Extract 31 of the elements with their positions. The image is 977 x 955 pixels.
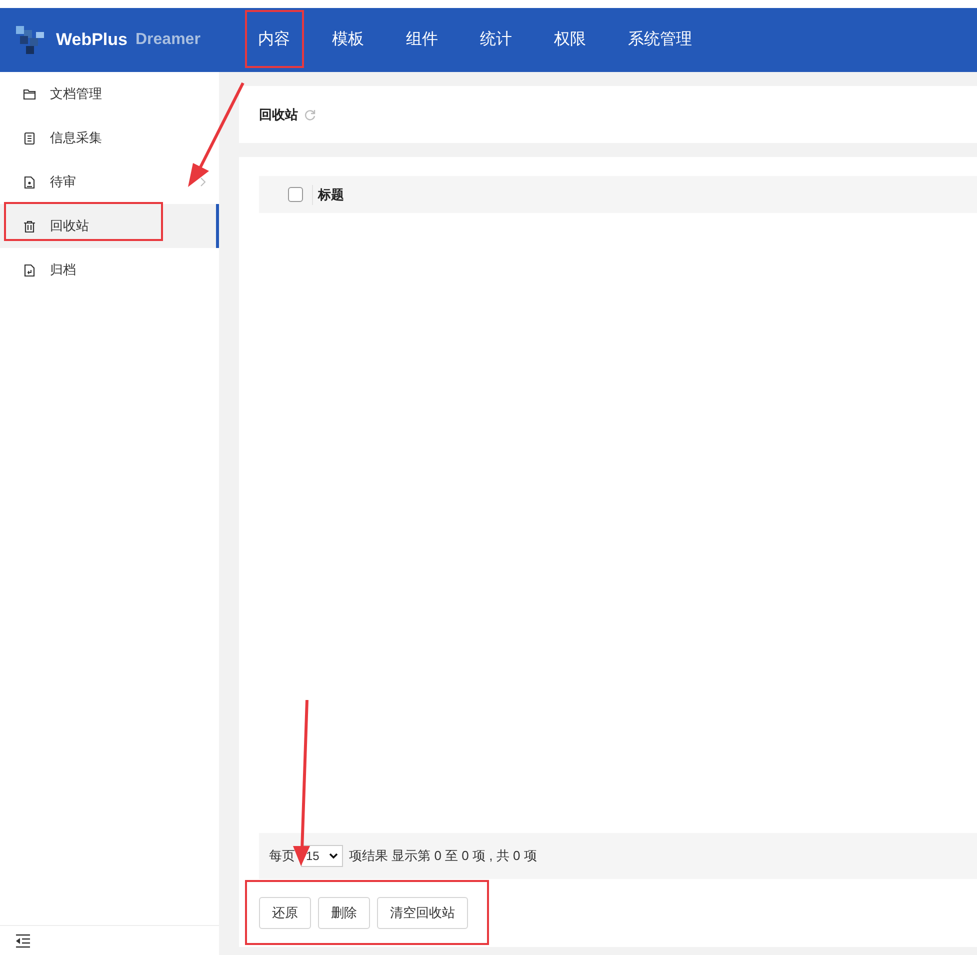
sidebar-item[interactable]: 回收站 bbox=[0, 204, 219, 248]
caret-icon bbox=[329, 853, 338, 859]
nav-tab[interactable]: 内容 bbox=[243, 22, 305, 58]
logo-text: WebPlus bbox=[56, 29, 128, 52]
nav-tab[interactable]: 统计 bbox=[465, 22, 527, 58]
logo-subtext: Dreamer bbox=[135, 30, 200, 50]
trash-icon bbox=[23, 220, 36, 232]
action-button[interactable]: 清空回收站 bbox=[377, 897, 468, 929]
column-header: 标题 bbox=[318, 186, 344, 204]
sidebar-item[interactable]: 文档管理 bbox=[0, 72, 219, 116]
select-all-checkbox[interactable] bbox=[288, 187, 303, 202]
nav-tab[interactable]: 模板 bbox=[317, 22, 379, 58]
chevron-icon bbox=[199, 177, 207, 187]
nav-tab[interactable]: 权限 bbox=[539, 22, 601, 58]
nav-tab[interactable]: 系统管理 bbox=[613, 22, 707, 58]
document-icon bbox=[23, 132, 36, 144]
sidebar-item[interactable]: 信息采集 bbox=[0, 116, 219, 160]
refresh-icon[interactable] bbox=[304, 108, 316, 120]
highlight-frame bbox=[245, 10, 304, 68]
page-title: 回收站 bbox=[259, 106, 298, 124]
file-icon bbox=[23, 176, 36, 188]
file-icon bbox=[23, 264, 36, 276]
per-page-label: 每页 bbox=[269, 847, 295, 866]
folder-icon bbox=[23, 88, 36, 100]
sidebar-item[interactable]: 待审 bbox=[0, 160, 219, 204]
nav-tab[interactable]: 组件 bbox=[391, 22, 453, 58]
results-summary: 项结果 显示第 0 至 0 项 , 共 0 项 bbox=[349, 847, 537, 866]
action-button[interactable]: 删除 bbox=[318, 897, 370, 929]
sidebar-item[interactable]: 归档 bbox=[0, 248, 219, 292]
action-button[interactable]: 还原 bbox=[259, 897, 311, 929]
collapse-menu-icon[interactable] bbox=[15, 934, 31, 948]
